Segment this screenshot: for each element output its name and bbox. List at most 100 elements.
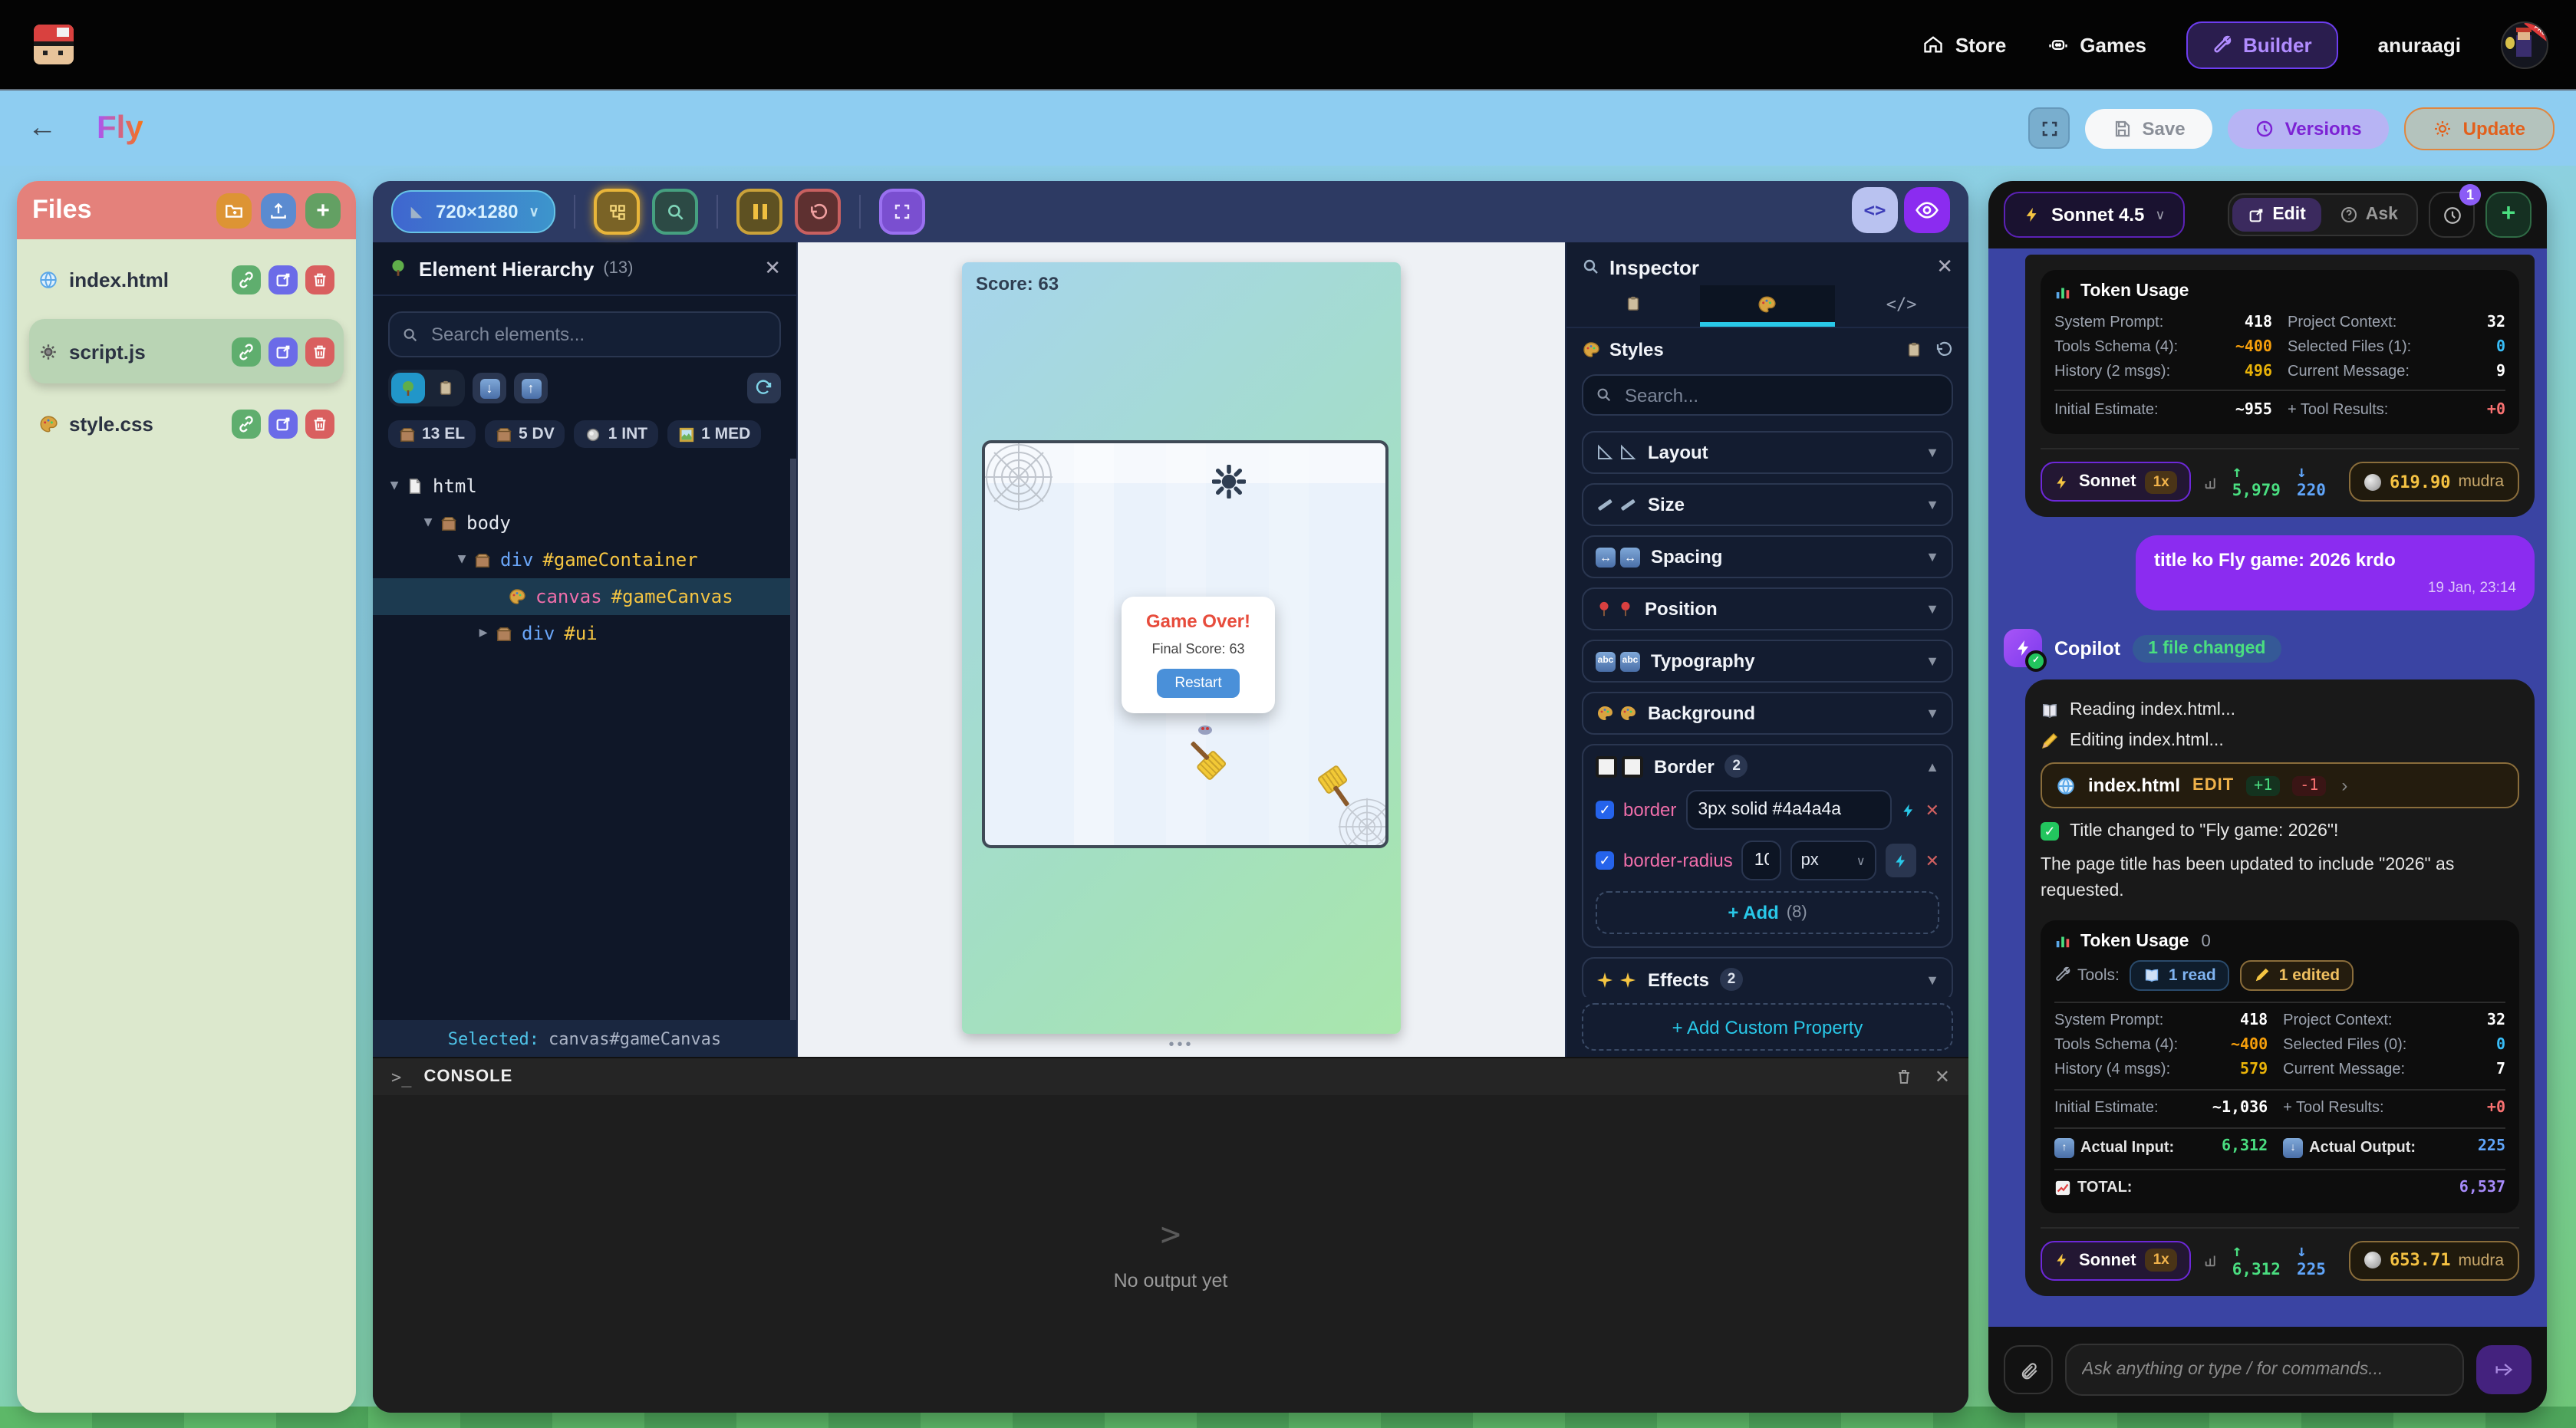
back-arrow-icon[interactable]: ← bbox=[28, 111, 57, 145]
section-layout[interactable]: Layout▼ bbox=[1582, 431, 1953, 474]
nav-store[interactable]: Store bbox=[1923, 33, 2006, 56]
link-file-button[interactable] bbox=[232, 337, 261, 366]
reload-button[interactable] bbox=[796, 189, 842, 235]
app-logo[interactable] bbox=[34, 25, 74, 64]
file-row-script-js[interactable]: script.js bbox=[29, 319, 344, 383]
history-button[interactable]: 1 bbox=[2429, 192, 2475, 238]
game-canvas[interactable]: Score: 63 bbox=[962, 262, 1401, 1034]
clipboard-view-button[interactable] bbox=[428, 373, 462, 403]
caret-down-icon[interactable]: ▼ bbox=[419, 515, 437, 531]
inspect-search-button[interactable] bbox=[653, 189, 699, 235]
games-robot-icon bbox=[2046, 34, 2069, 55]
delete-file-button[interactable] bbox=[305, 409, 334, 438]
pause-button[interactable] bbox=[737, 189, 783, 235]
model-dropdown[interactable]: Sonnet 4.5 ∨ bbox=[2004, 192, 2186, 238]
hierarchy-close-icon[interactable]: ✕ bbox=[764, 256, 781, 281]
styles-search[interactable] bbox=[1582, 374, 1953, 416]
hierarchy-scrollbar[interactable] bbox=[790, 459, 796, 1020]
file-row-style-css[interactable]: style.css bbox=[29, 396, 344, 451]
quick-edit-icon[interactable] bbox=[1901, 801, 1916, 818]
caret-down-icon[interactable]: ▼ bbox=[385, 479, 404, 494]
chart-up-icon bbox=[2054, 1180, 2071, 1196]
edit-file-button[interactable] bbox=[268, 265, 298, 294]
file-edit-chip[interactable]: index.html EDIT +1 -1 › bbox=[2041, 762, 2519, 808]
reset-styles-icon[interactable] bbox=[1935, 341, 1953, 359]
tab-styles[interactable] bbox=[1701, 285, 1835, 327]
tree-view-button[interactable] bbox=[391, 373, 425, 403]
badge-elements[interactable]: 13 EL bbox=[388, 420, 476, 448]
hierarchy-search[interactable] bbox=[388, 311, 781, 357]
section-size[interactable]: Size▼ bbox=[1582, 483, 1953, 526]
edit-mode-button[interactable]: Edit bbox=[2232, 198, 2321, 232]
file-row-index-html[interactable]: index.html bbox=[29, 252, 344, 307]
section-effects[interactable]: Effects 2 ▼ bbox=[1582, 957, 1953, 997]
tab-properties[interactable] bbox=[1566, 285, 1701, 322]
send-button[interactable] bbox=[2476, 1345, 2532, 1394]
delete-file-button[interactable] bbox=[305, 265, 334, 294]
update-button[interactable]: Update bbox=[2405, 107, 2555, 150]
link-file-button[interactable] bbox=[232, 409, 261, 438]
tree-node-gamecanvas-selected[interactable]: canvas#gameCanvas bbox=[373, 578, 796, 615]
nav-games[interactable]: Games bbox=[2046, 33, 2146, 56]
hierarchy-search-input[interactable] bbox=[428, 322, 767, 347]
viewport-size-dropdown[interactable]: 720×1280 ∨ bbox=[391, 190, 556, 233]
refresh-tree-button[interactable] bbox=[747, 373, 781, 403]
section-background[interactable]: Background▼ bbox=[1582, 692, 1953, 735]
resize-handle-dots[interactable]: ••• bbox=[1168, 1037, 1194, 1054]
nav-builder[interactable]: Builder bbox=[2186, 21, 2338, 68]
attach-button[interactable] bbox=[2004, 1345, 2053, 1394]
preview-eye-toggle[interactable] bbox=[1904, 187, 1950, 233]
remove-property-icon[interactable]: ✕ bbox=[1925, 800, 1939, 820]
new-folder-button[interactable] bbox=[216, 192, 252, 228]
collapse-all-button[interactable]: ↑ bbox=[514, 373, 548, 403]
border-value-input[interactable] bbox=[1685, 790, 1891, 830]
clear-console-icon[interactable] bbox=[1895, 1068, 1913, 1086]
border-radius-checkbox[interactable]: ✓ bbox=[1596, 851, 1614, 870]
user-avatar[interactable]: PRO bbox=[2501, 21, 2548, 68]
new-chat-button[interactable]: + bbox=[2485, 192, 2532, 238]
section-position[interactable]: Position▼ bbox=[1582, 587, 1953, 630]
tree-node-gamecontainer[interactable]: ▼ div#gameContainer bbox=[373, 541, 796, 578]
link-file-button[interactable] bbox=[232, 265, 261, 294]
inspector-close-icon[interactable]: ✕ bbox=[1936, 255, 1953, 279]
delete-file-button[interactable] bbox=[305, 337, 334, 366]
unit-select[interactable]: px∨ bbox=[1790, 841, 1876, 880]
edit-file-button[interactable] bbox=[268, 337, 298, 366]
expand-all-button[interactable]: ↓ bbox=[473, 373, 506, 403]
add-custom-property-button[interactable]: + Add Custom Property bbox=[1582, 1003, 1953, 1051]
badge-interactive[interactable]: 1 INT bbox=[575, 420, 658, 448]
remove-property-icon[interactable]: ✕ bbox=[1925, 851, 1939, 870]
fullscreen-button[interactable] bbox=[2029, 107, 2070, 149]
tree-node-ui[interactable]: ▶ div#ui bbox=[373, 615, 796, 652]
add-file-button[interactable]: + bbox=[305, 192, 341, 228]
border-checkbox[interactable]: ✓ bbox=[1596, 801, 1614, 819]
section-spacing[interactable]: ↔↔ Spacing▼ bbox=[1582, 535, 1953, 578]
add-border-property-button[interactable]: + Add(8) bbox=[1596, 891, 1939, 934]
ask-mode-button[interactable]: Ask bbox=[2324, 198, 2413, 232]
upload-button[interactable] bbox=[261, 192, 296, 228]
tab-code[interactable]: </> bbox=[1834, 285, 1968, 322]
border-radius-value-input[interactable] bbox=[1742, 841, 1781, 880]
files-changed-pill[interactable]: 1 file changed bbox=[2133, 634, 2281, 662]
tree-node-body[interactable]: ▼ body bbox=[373, 505, 796, 541]
section-border-header[interactable]: Border 2 ▲ bbox=[1583, 745, 1952, 787]
save-button[interactable]: Save bbox=[2086, 108, 2213, 148]
section-typography[interactable]: abcabc Typography▼ bbox=[1582, 640, 1953, 683]
badge-divs[interactable]: 5 DV bbox=[485, 420, 565, 448]
caret-right-icon[interactable]: ▶ bbox=[474, 626, 492, 641]
styles-search-input[interactable] bbox=[1622, 383, 1939, 407]
versions-button[interactable]: Versions bbox=[2228, 108, 2390, 148]
close-console-icon[interactable]: ✕ bbox=[1935, 1066, 1950, 1087]
copy-styles-icon[interactable] bbox=[1906, 341, 1922, 359]
chat-message-input[interactable] bbox=[2065, 1344, 2464, 1396]
code-view-toggle[interactable]: <> bbox=[1852, 187, 1898, 233]
hierarchy-toggle-button[interactable] bbox=[595, 189, 641, 235]
tree-node-html[interactable]: ▼ html bbox=[373, 468, 796, 505]
badge-media[interactable]: 1 MED bbox=[667, 420, 761, 448]
preview-fullscreen-button[interactable] bbox=[880, 189, 926, 235]
edit-file-button[interactable] bbox=[268, 409, 298, 438]
radius-options-button[interactable] bbox=[1886, 844, 1916, 877]
restart-button[interactable]: Restart bbox=[1156, 669, 1240, 698]
nav-username[interactable]: anuraagi bbox=[2378, 33, 2461, 56]
caret-down-icon[interactable]: ▼ bbox=[453, 552, 471, 568]
